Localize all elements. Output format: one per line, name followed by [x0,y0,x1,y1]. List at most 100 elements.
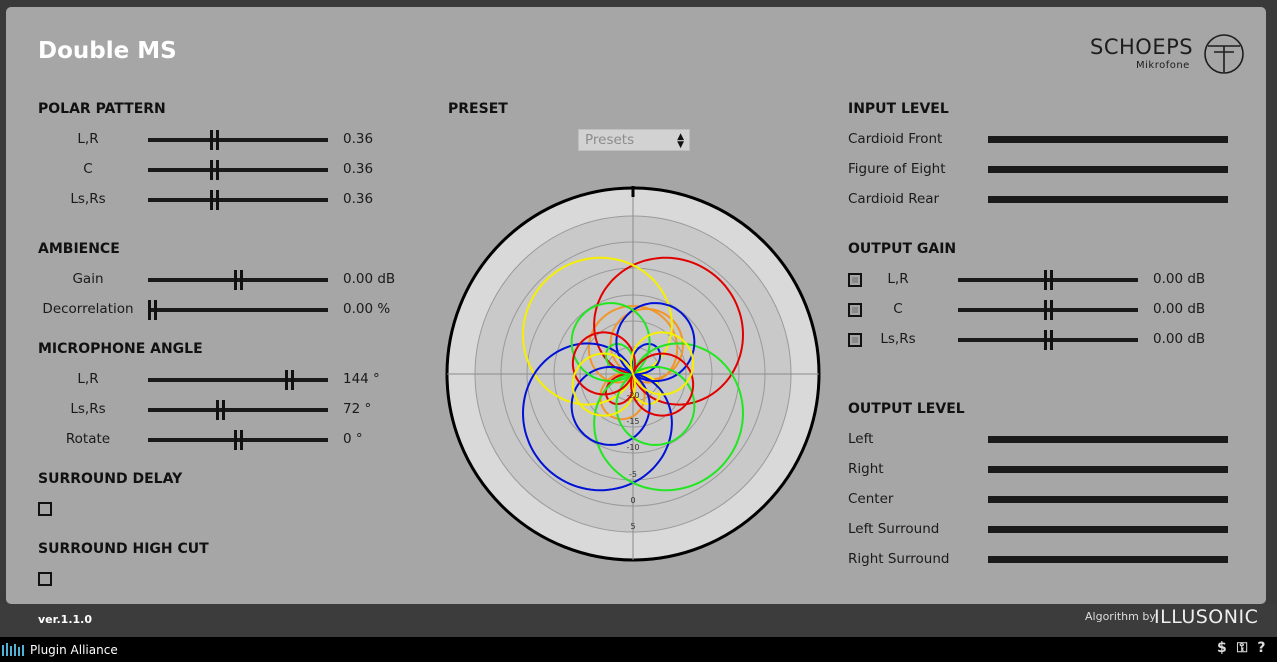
output-level-heading: OUTPUT LEVEL [848,401,965,417]
slider-thumb[interactable] [209,190,219,210]
surround-delay-checkbox[interactable] [38,502,52,516]
plugin-alliance-logo-icon[interactable] [2,643,26,656]
polar-ring-label: 5 [630,522,635,531]
polar-pattern-slider[interactable] [148,130,328,150]
output-gain-heading: OUTPUT GAIN [848,241,957,257]
output-gain-checkbox[interactable] [848,303,862,317]
schoeps-logo-icon [1204,34,1244,74]
slider-track[interactable] [148,408,328,412]
microphone-angle-heading: MICROPHONE ANGLE [38,341,203,357]
ambience-value: 0.00 % [343,301,391,317]
plugin-alliance-icons: $ ⚿? [1207,640,1266,656]
select-arrows-icon: ▲ ▼ [677,132,684,150]
microphone-angle-label: Rotate [65,431,111,447]
output-level-label: Center [848,491,894,507]
slider-thumb[interactable] [209,130,219,150]
polar-ring-label: -15 [626,417,639,426]
polar-pattern-value: 0.36 [343,191,374,207]
output-level-meter [988,436,1228,443]
ambience-label: Gain [72,271,104,287]
slider-thumb[interactable] [1043,330,1053,350]
brand-sub: Mikrofone [1136,60,1190,71]
surround-high-cut-heading: SURROUND HIGH CUT [38,541,209,557]
output-gain-slider[interactable] [958,330,1138,350]
key-icon[interactable]: ⚿ [1237,640,1248,656]
slider-track[interactable] [148,378,328,382]
microphone-angle-value: 0 ° [343,431,363,447]
input-level-label: Cardioid Rear [848,191,940,207]
polar-pattern-value: 0.36 [343,131,374,147]
help-icon[interactable]: ? [1257,640,1265,656]
slider-thumb[interactable] [209,160,219,180]
input-level-label: Figure of Eight [848,161,946,177]
slider-thumb[interactable] [284,370,294,390]
brand-name: SCHOEPS [1090,35,1194,59]
plugin-alliance-label[interactable]: Plugin Alliance [30,643,118,657]
ambience-label: Decorrelation [42,301,134,317]
polar-pattern-plot: -20 -15 -10 -5 0 5 [445,186,821,562]
slider-thumb[interactable] [1043,300,1053,320]
polar-pattern-label: L,R [77,131,99,147]
ambience-heading: AMBIENCE [38,241,120,257]
polar-pattern-slider[interactable] [148,160,328,180]
output-level-meter [988,526,1228,533]
output-gain-value: 0.00 dB [1153,301,1206,317]
microphone-angle-slider[interactable] [148,430,328,450]
output-gain-checkbox[interactable] [848,273,862,287]
preset-select[interactable]: Presets ▲ ▼ [578,129,690,151]
slider-track[interactable] [148,168,328,172]
microphone-angle-value: 144 ° [343,371,380,387]
microphone-angle-slider[interactable] [148,370,328,390]
output-gain-label: L,R [887,271,909,287]
polar-pattern-label: C [83,161,93,177]
polar-ring-label: -20 [626,391,639,400]
polar-pattern-slider[interactable] [148,190,328,210]
polar-pattern-label: Ls,Rs [70,191,106,207]
polar-ring-label: -10 [626,443,639,452]
input-level-heading: INPUT LEVEL [848,101,949,117]
output-gain-value: 0.00 dB [1153,271,1206,287]
output-gain-checkbox[interactable] [848,333,862,347]
output-level-label: Left Surround [848,521,940,537]
slider-thumb[interactable] [148,300,157,320]
input-level-meter [988,136,1228,143]
microphone-angle-value: 72 ° [343,401,372,417]
version-label: ver.1.1.0 [38,613,92,626]
algorithm-by-label: Algorithm by [1085,610,1156,623]
input-level-meter [988,166,1228,173]
slider-thumb[interactable] [233,430,243,450]
input-level-label: Cardioid Front [848,131,943,147]
plugin-alliance-bar [0,637,1277,662]
polar-ring-label: 0 [630,496,635,505]
surround-high-cut-checkbox[interactable] [38,572,52,586]
preset-select-value: Presets [585,132,635,148]
microphone-angle-label: L,R [77,371,99,387]
output-gain-label: C [893,301,903,317]
output-level-meter [988,466,1228,473]
output-level-label: Left [848,431,874,447]
output-gain-slider[interactable] [958,270,1138,290]
slider-track[interactable] [148,138,328,142]
output-level-meter [988,496,1228,503]
polar-ring-label: -5 [629,470,637,479]
illusonic-logo: ILLUSONIC [1154,606,1259,628]
slider-track[interactable] [148,308,328,312]
polar-pattern-heading: POLAR PATTERN [38,101,166,117]
output-level-label: Right [848,461,884,477]
ambience-slider[interactable] [148,270,328,290]
slider-thumb[interactable] [233,270,243,290]
slider-thumb[interactable] [1043,270,1053,290]
output-gain-value: 0.00 dB [1153,331,1206,347]
ambience-slider[interactable] [148,300,328,320]
slider-thumb[interactable] [216,400,226,420]
slider-track[interactable] [148,198,328,202]
microphone-angle-slider[interactable] [148,400,328,420]
surround-delay-heading: SURROUND DELAY [38,471,183,487]
output-gain-slider[interactable] [958,300,1138,320]
microphone-angle-label: Ls,Rs [70,401,106,417]
output-gain-label: Ls,Rs [880,331,916,347]
ambience-value: 0.00 dB [343,271,396,287]
dollar-icon[interactable]: $ [1217,640,1227,656]
output-level-meter [988,556,1228,563]
plugin-title: Double MS [38,38,177,64]
